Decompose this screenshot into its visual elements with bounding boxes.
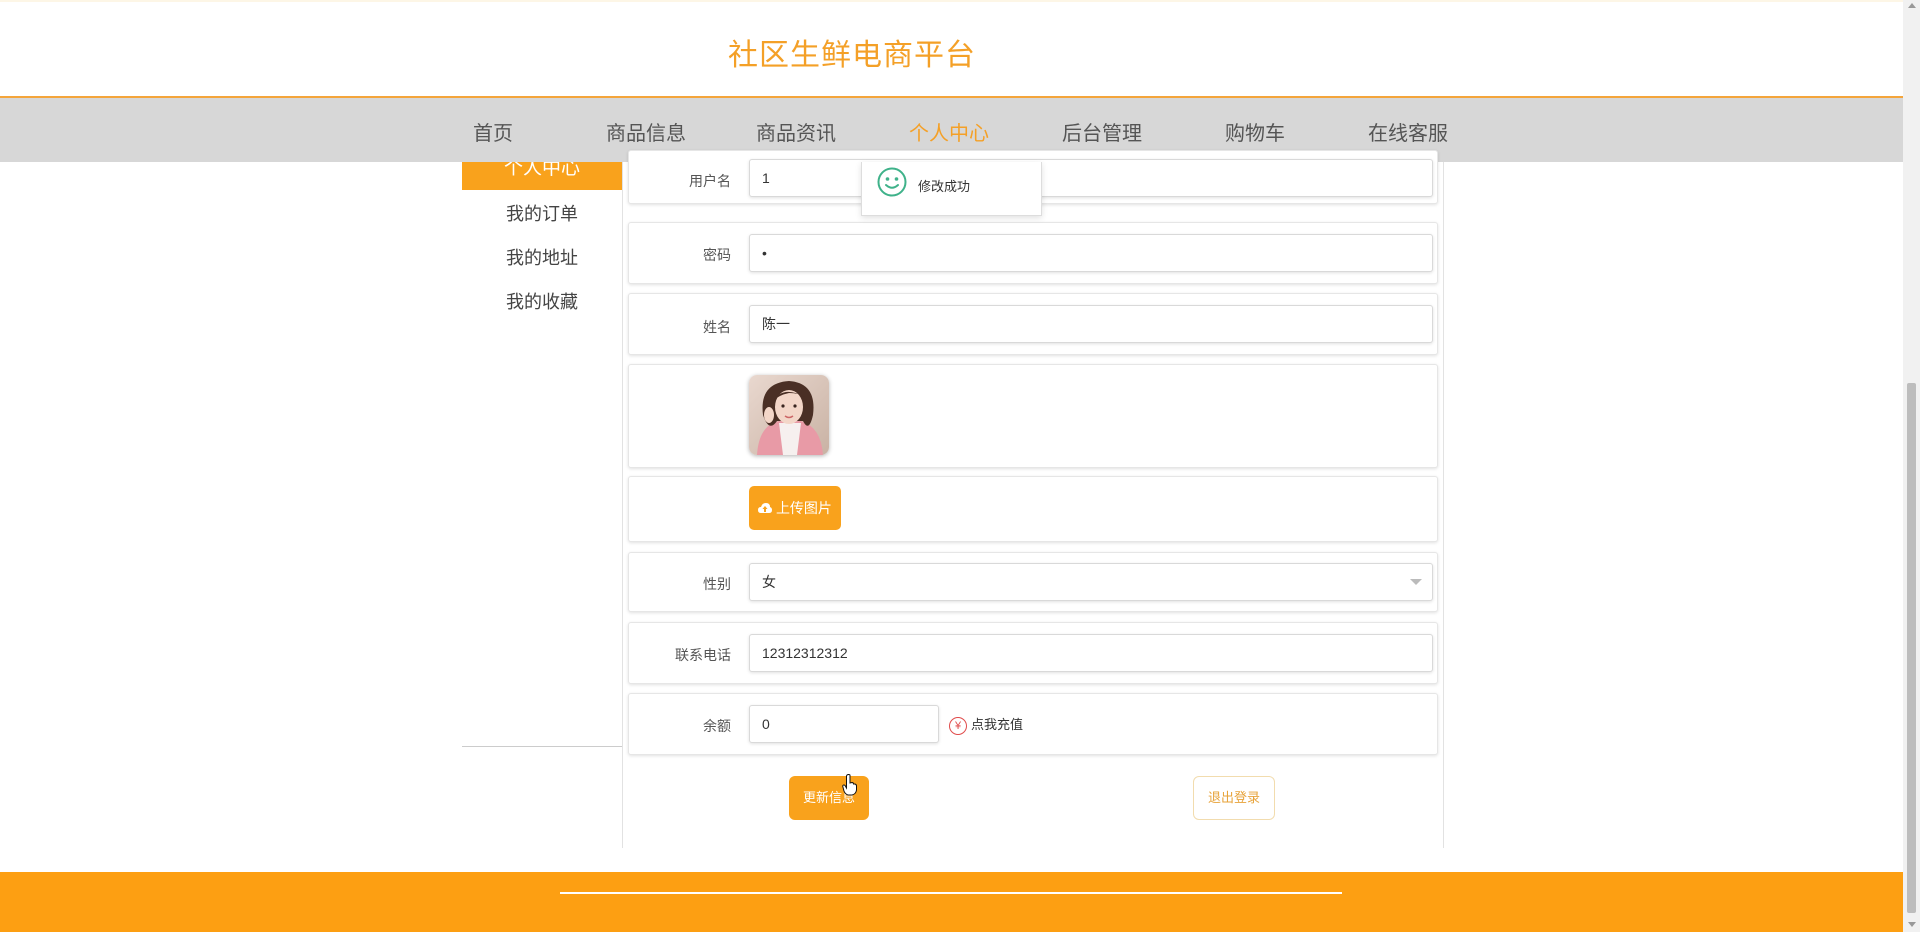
password-input[interactable]: • [749,234,1433,272]
footer-divider [560,892,1342,894]
recharge-label: 点我充值 [971,717,1024,732]
sidebar-header-label: 个人中心 [503,162,580,179]
nav-item-home[interactable]: 首页 [473,117,513,146]
toast-message: 修改成功 [918,179,971,194]
sidebar-item-addresses[interactable]: 我的地址 [462,244,622,270]
form-row-upload: 上传图片 [628,476,1438,542]
upload-image-label: 上传图片 [775,500,832,516]
nav-item-personal-center[interactable]: 个人中心 [909,117,989,146]
password-label: 密码 [703,247,731,263]
logout-button[interactable]: 退出登录 [1193,776,1275,820]
form-row-gender: 性别 女 [628,552,1438,612]
profile-form: 用户名 1 密码 • 姓名 陈一 上传图片 性别 女 联系电话 12312312… [622,150,1444,848]
gender-select[interactable]: 女 [749,563,1433,601]
sidebar-item-orders[interactable]: 我的订单 [462,200,622,226]
form-row-avatar [628,364,1438,468]
scroll-down-arrow-icon[interactable] [1908,922,1916,927]
upload-image-button[interactable]: 上传图片 [749,486,841,530]
form-row-phone: 联系电话 12312312312 [628,622,1438,684]
sidebar: 个人中心 我的订单 我的地址 我的收藏 [462,162,622,747]
avatar-image [749,375,829,455]
scroll-thumb[interactable] [1907,383,1916,913]
yen-icon: ¥ [949,716,967,735]
nav-item-products[interactable]: 商品信息 [606,117,686,146]
balance-input[interactable]: 0 [749,705,939,743]
name-label: 姓名 [703,319,731,335]
nav-item-cart[interactable]: 购物车 [1225,117,1285,146]
nav-item-customer-service[interactable]: 在线客服 [1368,117,1448,146]
cloud-upload-icon [758,500,776,516]
phone-input[interactable]: 12312312312 [749,634,1433,672]
sidebar-header[interactable]: 个人中心 [462,162,622,190]
hand-cursor-icon [842,774,858,801]
form-row-name: 姓名 陈一 [628,293,1438,355]
form-row-password: 密码 • [628,222,1438,284]
balance-label: 余额 [703,718,731,734]
site-title: 社区生鲜电商平台 [728,39,976,72]
smile-icon [877,167,907,202]
gender-label: 性别 [703,576,731,592]
phone-label: 联系电话 [675,647,731,663]
nav-item-admin[interactable]: 后台管理 [1062,117,1142,146]
recharge-link[interactable]: ¥ 点我充值 [949,714,1023,735]
gender-selected-value: 女 [762,574,776,590]
nav-item-news[interactable]: 商品资讯 [756,117,836,146]
chevron-down-icon [1410,579,1422,585]
sidebar-item-favorites[interactable]: 我的收藏 [462,288,622,314]
username-input[interactable]: 1 [749,159,1433,197]
form-row-balance: 余额 0 ¥ 点我充值 [628,693,1438,755]
site-footer [0,872,1903,932]
success-toast: 修改成功 [861,162,1042,216]
username-label: 用户名 [689,173,731,189]
name-input[interactable]: 陈一 [749,305,1433,343]
page-scrollbar[interactable] [1903,0,1920,932]
site-header: 社区生鲜电商平台 [0,0,1903,98]
scroll-up-arrow-icon[interactable] [1908,3,1916,8]
